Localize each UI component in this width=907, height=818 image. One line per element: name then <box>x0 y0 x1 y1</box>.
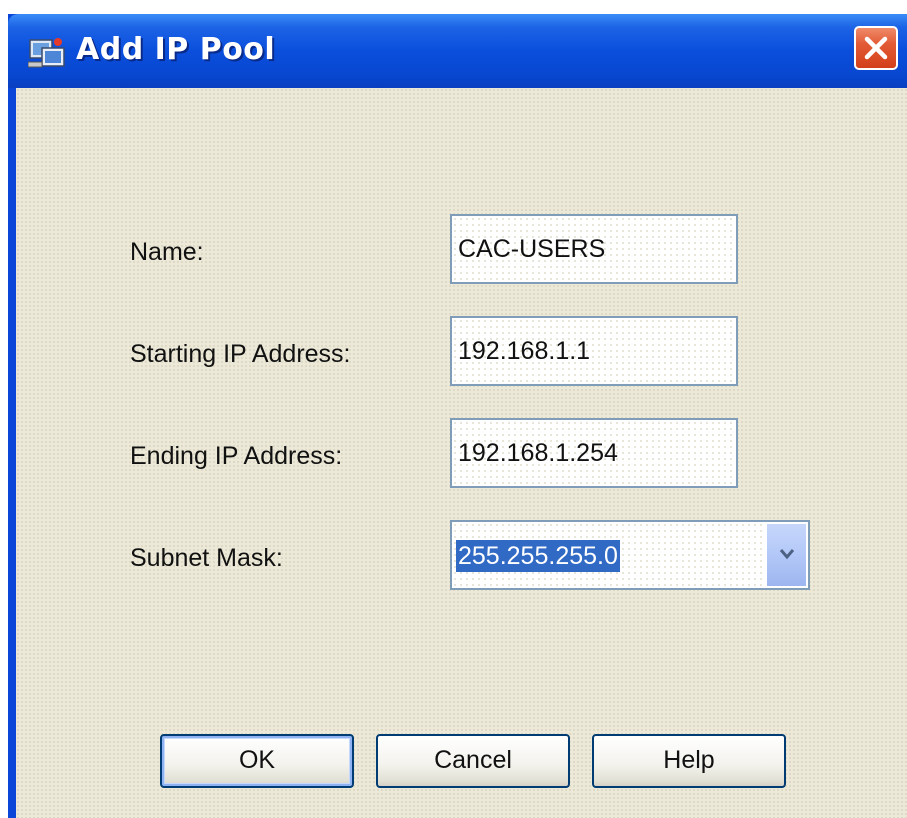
subnet-mask-dropdown-button[interactable] <box>766 524 806 586</box>
add-ip-pool-dialog: Add IP Pool Name: CAC-USERS Starting IP … <box>8 14 907 818</box>
name-label: Name: <box>130 238 204 266</box>
subnet-mask-select[interactable]: 255.255.255.0 <box>450 520 810 590</box>
starting-ip-label: Starting IP Address: <box>130 340 351 368</box>
subnet-mask-label: Subnet Mask: <box>130 544 283 572</box>
window-title: Add IP Pool <box>76 32 276 67</box>
ok-button[interactable]: OK <box>160 734 354 788</box>
dialog-body: Name: CAC-USERS Starting IP Address: 192… <box>16 88 907 818</box>
starting-ip-field[interactable]: 192.168.1.1 <box>450 316 738 386</box>
network-icon <box>27 36 68 70</box>
ending-ip-field[interactable]: 192.168.1.254 <box>450 418 738 488</box>
cancel-button[interactable]: Cancel <box>376 734 570 788</box>
ending-ip-label: Ending IP Address: <box>130 442 343 470</box>
close-button[interactable] <box>854 26 898 70</box>
title-bar[interactable]: Add IP Pool <box>8 14 907 88</box>
subnet-mask-value[interactable]: 255.255.255.0 <box>456 540 620 572</box>
help-button[interactable]: Help <box>592 734 786 788</box>
name-field[interactable]: CAC-USERS <box>450 214 738 284</box>
